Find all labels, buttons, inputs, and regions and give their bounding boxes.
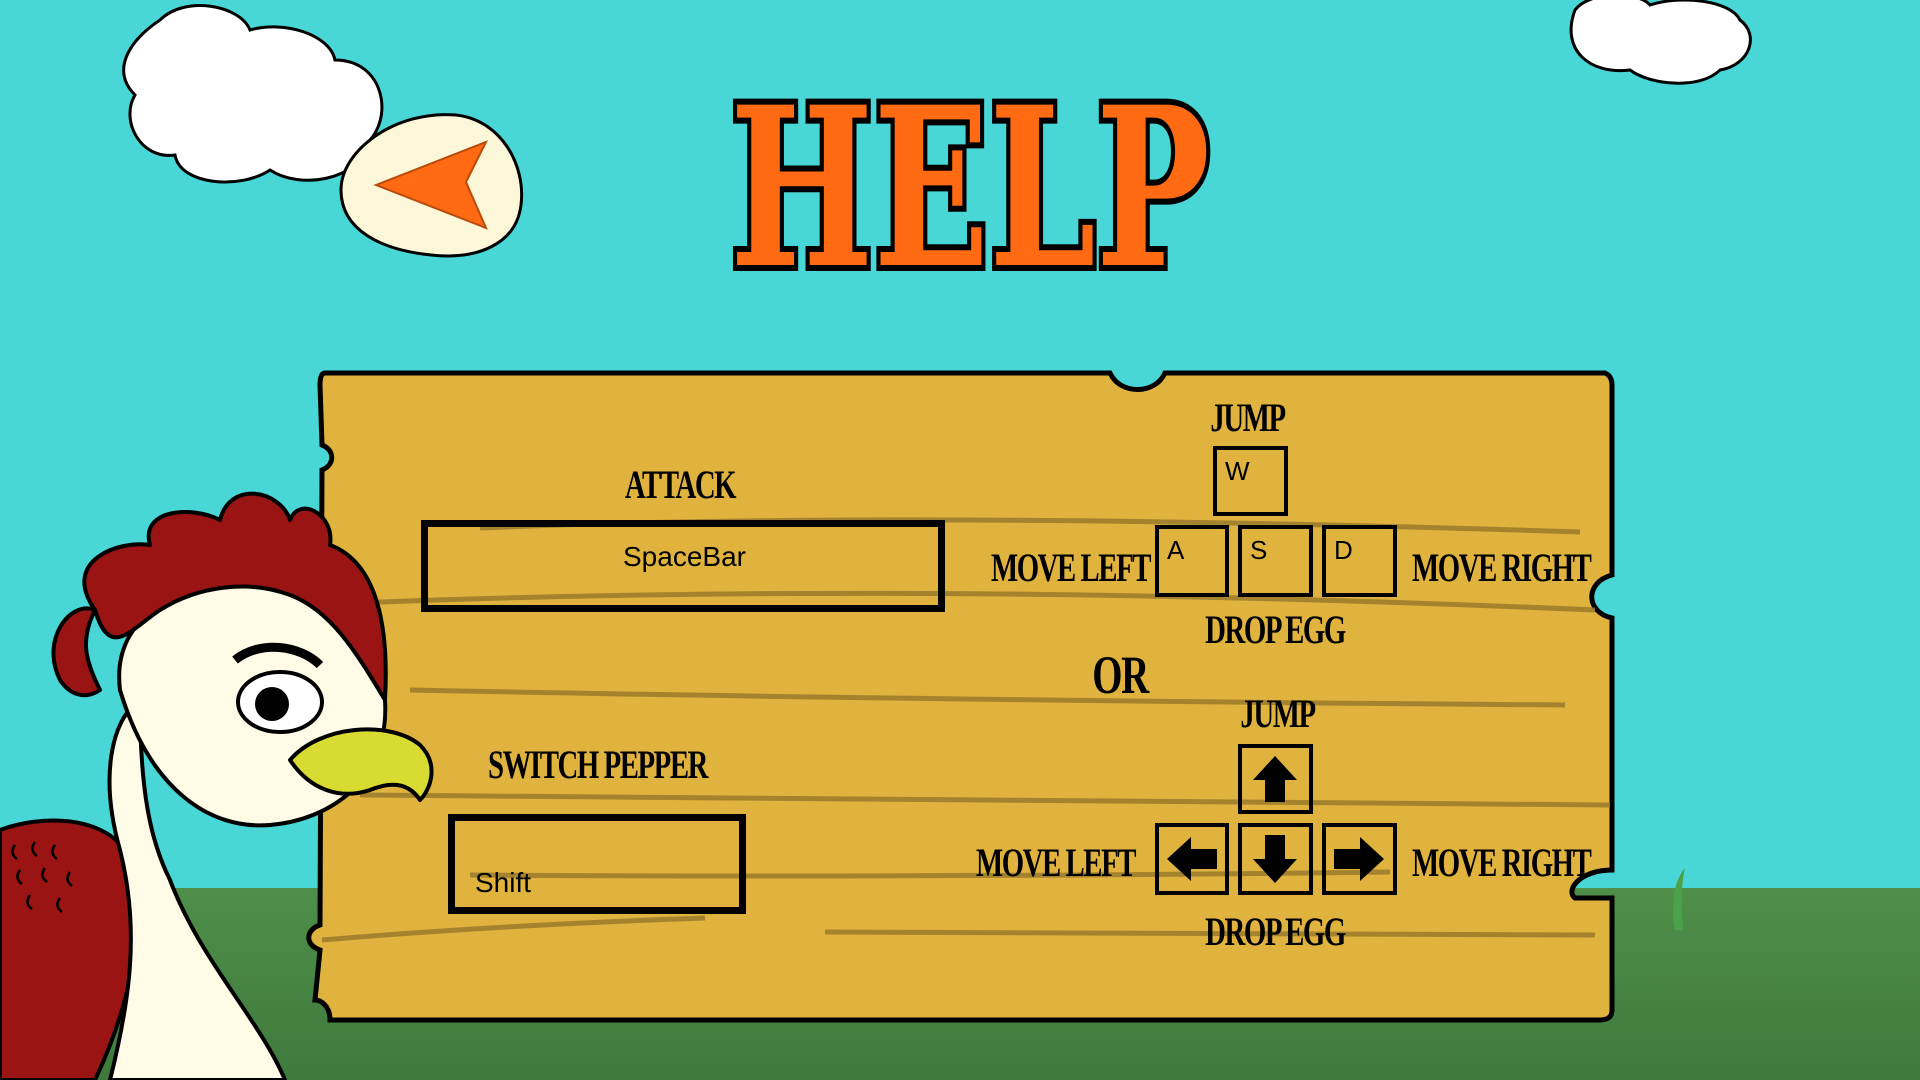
drop-egg-label-arrows: DROP EGG: [1205, 909, 1346, 954]
jump-label-arrows: JUMP: [1240, 691, 1316, 736]
arrow-left-icon: [1167, 837, 1217, 881]
right-arrow-key[interactable]: [1322, 823, 1397, 895]
d-key[interactable]: D: [1322, 525, 1397, 597]
switch-pepper-label: SWITCH PEPPER: [488, 742, 708, 787]
move-right-label-wasd: MOVE RIGHT: [1412, 545, 1592, 590]
a-key[interactable]: A: [1155, 525, 1229, 597]
svg-text:HELP: HELP: [730, 60, 1210, 310]
w-key[interactable]: W: [1213, 446, 1288, 516]
wooden-sign-board: [306, 370, 1615, 1023]
arrow-right-icon: [1334, 837, 1384, 881]
down-arrow-key[interactable]: [1238, 823, 1313, 895]
spacebar-key-label: SpaceBar: [623, 541, 746, 572]
left-arrow-key[interactable]: [1155, 823, 1229, 895]
arrow-up-icon: [1253, 756, 1297, 802]
s-key[interactable]: S: [1238, 525, 1313, 597]
or-label: OR: [1092, 645, 1149, 705]
up-arrow-key[interactable]: [1238, 744, 1313, 814]
back-button[interactable]: [336, 110, 526, 260]
attack-label: ATTACK: [624, 462, 737, 507]
s-key-label: S: [1250, 535, 1268, 565]
drop-egg-label-wasd: DROP EGG: [1205, 607, 1346, 652]
spacebar-key[interactable]: SpaceBar: [421, 520, 945, 612]
move-left-label-arrows: MOVE LEFT: [975, 840, 1136, 885]
help-title: HELP: [724, 60, 1216, 310]
move-left-label-wasd: MOVE LEFT: [990, 545, 1151, 590]
d-key-label: D: [1334, 535, 1353, 565]
grass-tuft: [1673, 868, 1685, 930]
jump-label-wasd: JUMP: [1210, 395, 1286, 440]
arrow-down-icon: [1253, 835, 1297, 883]
left-arrow-egg-icon: [339, 113, 524, 258]
a-key-label: A: [1167, 535, 1185, 565]
shift-key[interactable]: Shift: [448, 814, 746, 914]
shift-key-label: Shift: [475, 867, 532, 898]
move-right-label-arrows: MOVE RIGHT: [1412, 840, 1592, 885]
w-key-label: W: [1225, 456, 1250, 486]
